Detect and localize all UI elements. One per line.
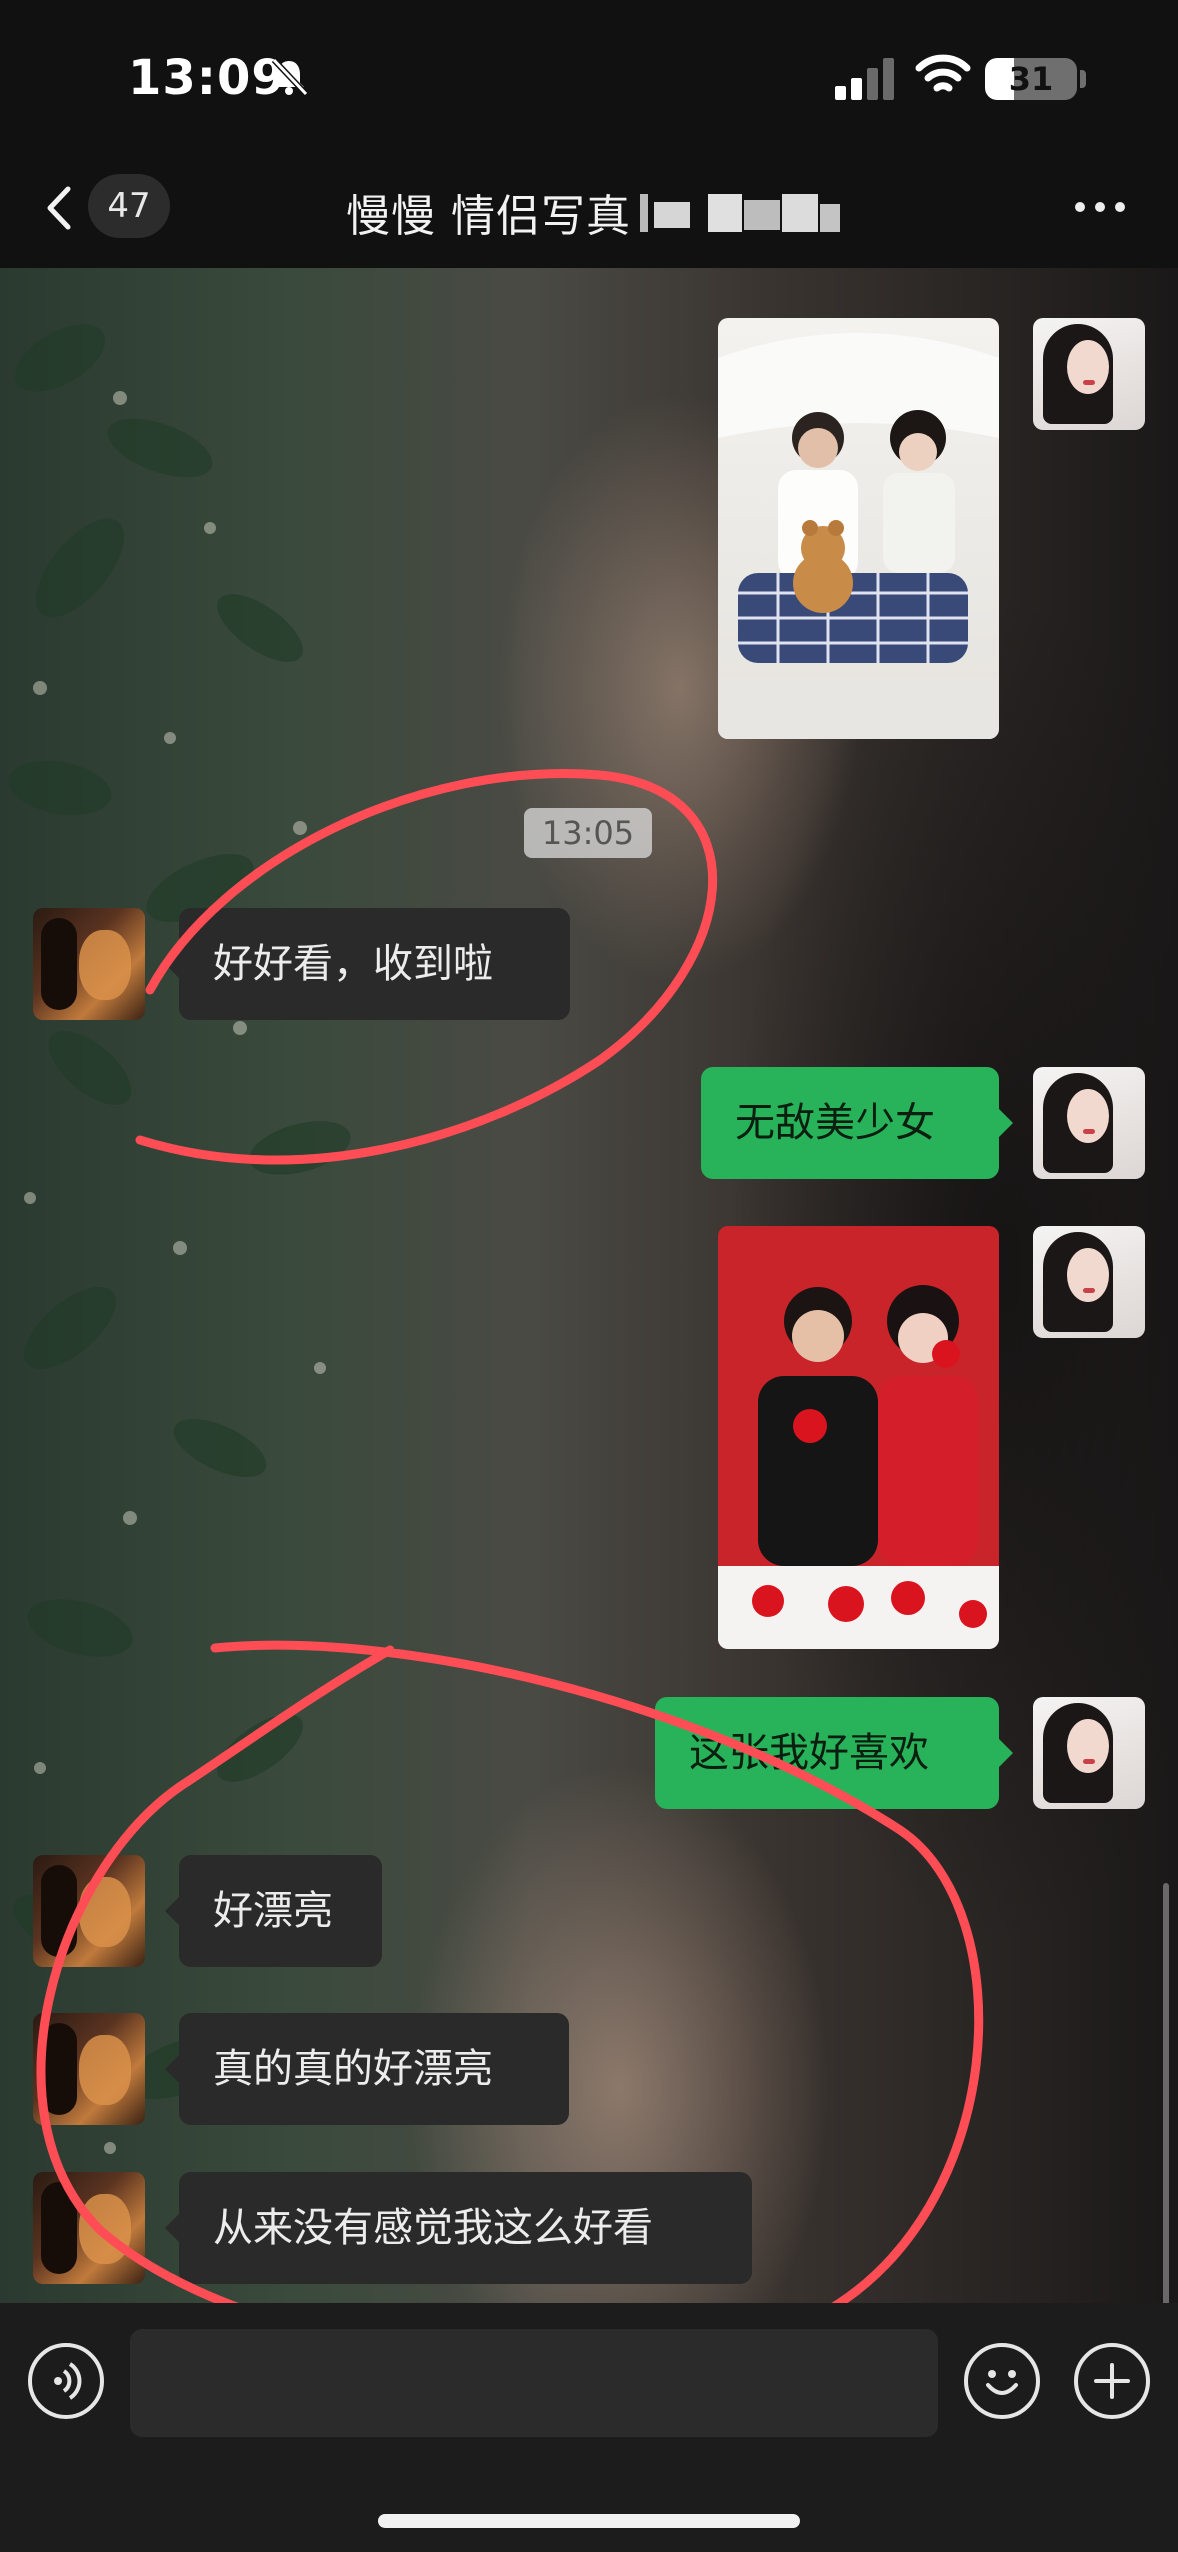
outgoing-message[interactable]: 这张我好喜欢 <box>655 1697 1013 1809</box>
voice-icon-glyph <box>54 2362 82 2400</box>
more-icon[interactable] <box>1075 202 1129 216</box>
wifi-icon <box>915 54 971 92</box>
message-timestamp: 13:05 <box>524 808 652 858</box>
cellular-signal-icon <box>835 58 895 100</box>
unread-count-badge[interactable]: 47 <box>88 174 170 238</box>
self-avatar[interactable] <box>1033 1067 1145 1179</box>
friend-avatar[interactable] <box>33 2172 145 2284</box>
chat-header: 47 慢慢 情侣写真 <box>0 150 1178 268</box>
friend-avatar[interactable] <box>33 2013 145 2125</box>
friend-avatar[interactable] <box>33 908 145 1020</box>
couple-photo-red-art <box>718 1285 999 1649</box>
emoji-icon[interactable] <box>964 2343 1040 2419</box>
incoming-message[interactable]: 从来没有感觉我这么好看 <box>165 2172 752 2284</box>
message-input[interactable] <box>130 2329 938 2437</box>
chat-title[interactable]: 慢慢 情侣写真 <box>346 180 631 244</box>
incoming-message[interactable]: 真的真的好漂亮 <box>165 2013 569 2125</box>
couple-photo-bedsheet-art <box>718 333 999 739</box>
self-avatar[interactable] <box>1033 1697 1145 1809</box>
battery-icon: 31 <box>985 58 1077 100</box>
status-bar: 13:09 31 <box>0 0 1178 150</box>
mute-bell-icon <box>271 57 309 97</box>
chat-scrollbar[interactable] <box>1163 1883 1169 2303</box>
chat-input-bar <box>0 2303 1178 2552</box>
redacted-title-mosaic <box>640 194 840 232</box>
background-foliage <box>8 324 351 2268</box>
outgoing-message[interactable]: 无敌美少女 <box>701 1067 1013 1179</box>
incoming-message[interactable]: 好漂亮 <box>165 1855 382 1967</box>
battery-tip <box>1080 70 1086 88</box>
back-chevron-icon[interactable] <box>40 183 80 233</box>
emoji-icon-glyph <box>986 2370 1018 2395</box>
couple-photo-bedsheet[interactable] <box>718 318 999 739</box>
voice-icon[interactable] <box>28 2343 104 2419</box>
plus-icon[interactable] <box>1074 2343 1150 2419</box>
home-indicator[interactable] <box>378 2514 800 2528</box>
plus-icon-glyph <box>1094 2363 1130 2399</box>
self-avatar[interactable] <box>1033 1226 1145 1338</box>
battery-percent: 31 <box>1008 60 1054 98</box>
couple-photo-red[interactable] <box>718 1226 999 1649</box>
friend-avatar[interactable] <box>33 1855 145 1967</box>
chat-background <box>0 268 1178 2303</box>
incoming-message[interactable]: 好好看，收到啦 <box>165 908 570 1020</box>
status-time: 13:09 <box>128 50 286 106</box>
self-avatar[interactable] <box>1033 318 1145 430</box>
